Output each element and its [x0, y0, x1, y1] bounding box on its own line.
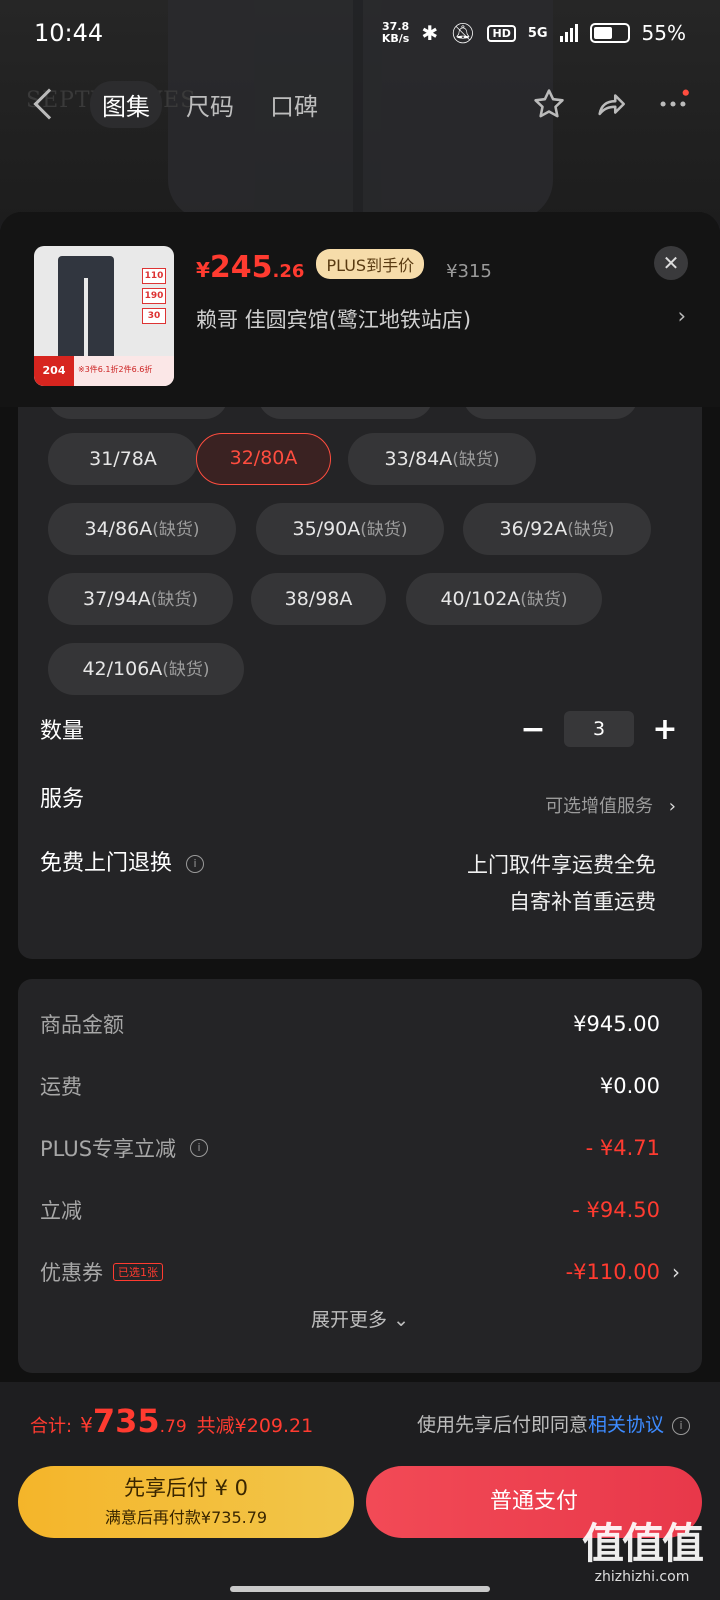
home-indicator[interactable] [230, 1586, 490, 1592]
thumb-promo-strip: 204 ※3件6.1折2件6.6折 [34, 356, 174, 386]
more-icon[interactable] [656, 87, 690, 121]
out-of-stock-label: (缺货) [567, 520, 615, 540]
battery-icon [589, 23, 630, 43]
bluetooth-icon: ✱ [421, 21, 439, 45]
price-row-item: 商品金额 ¥945.00 [40, 1012, 660, 1037]
expand-more-button[interactable]: 展开更多 ⌄ [18, 1305, 702, 1332]
quantity-plus-button[interactable]: + [650, 712, 680, 747]
mute-icon: 🔕︎ [450, 21, 476, 45]
info-icon[interactable]: i [186, 855, 205, 873]
status-icons: 37.8 KB/s ✱ 🔕︎ HD 5G 55% [381, 20, 686, 46]
quantity-input[interactable]: 3 [564, 711, 634, 747]
tab-gallery[interactable]: 图集 [90, 80, 162, 128]
network-type: 5G [527, 25, 548, 41]
out-of-stock-label: (缺货) [452, 450, 500, 470]
favorite-star-icon[interactable] [532, 87, 566, 121]
size-chip[interactable]: 33/84A(缺货) [348, 433, 536, 485]
service-selector[interactable]: 可选增值服务 › [545, 792, 676, 818]
price-breakdown-panel: 商品金额 ¥945.00 运费 ¥0.00 PLUS专享立减 i - ¥4.71 立减 - ¥9… [18, 979, 702, 1373]
total-savings: 共减¥209.21 [196, 1415, 314, 1437]
size-chip[interactable]: 42/106A(缺货) [48, 643, 244, 695]
chevron-right-icon: › [677, 304, 686, 328]
top-nav: 图集 尺码 口碑 [0, 76, 720, 132]
status-time: 10:44 [34, 19, 104, 47]
size-chip[interactable]: 35/90A(缺货) [256, 503, 444, 555]
chevron-right-icon: › [672, 1260, 680, 1284]
price-row: ¥245.26 PLUS到手价 ¥315 [196, 249, 492, 285]
price-row-item: PLUS专享立减 i - ¥4.71 [40, 1136, 660, 1161]
coupon-selected-tag: 已选1张 [113, 1263, 163, 1281]
status-bar: 10:44 37.8 KB/s ✱ 🔕︎ HD 5G 55% [0, 0, 720, 66]
size-chip[interactable]: 31/78A [48, 433, 198, 485]
tab-reviews[interactable]: 口碑 [258, 81, 330, 128]
quantity-minus-button[interactable]: − [518, 712, 548, 747]
chevron-down-icon: ⌄ [393, 1309, 409, 1331]
network-speed: 37.8 KB/s [381, 20, 410, 45]
product-thumbnail[interactable]: 110 190 30 204 ※3件6.1折2件6.6折 [34, 246, 174, 386]
battery-percent: 55% [641, 21, 686, 45]
price-row-item[interactable]: 优惠券 已选1张 -¥110.00 › [40, 1257, 680, 1287]
size-chip-hidden[interactable] [48, 407, 228, 419]
signal-icon [559, 24, 578, 42]
quantity-stepper: − 3 + [518, 711, 680, 747]
nav-tabs: 图集 尺码 口碑 [90, 80, 330, 128]
agreement-link[interactable]: 相关协议 [588, 1414, 664, 1436]
out-of-stock-label: (缺货) [152, 520, 200, 540]
pay-later-button[interactable]: 先享后付 ¥ 0 满意后再付款¥735.79 [18, 1466, 354, 1538]
size-chip-hidden[interactable] [463, 407, 638, 419]
out-of-stock-label: (缺货) [162, 660, 210, 680]
price-row-item: 运费 ¥0.00 [40, 1074, 660, 1099]
site-watermark: 值值值 zhizhizhi.com [581, 1519, 704, 1585]
chevron-right-icon: › [668, 796, 676, 817]
thumb-price-tags: 110 190 30 [142, 268, 166, 324]
size-chip-selected[interactable]: 32/80A [196, 433, 331, 485]
plus-price: ¥245.26 [196, 250, 305, 285]
size-chip[interactable]: 37/94A(缺货) [48, 573, 233, 625]
out-of-stock-label: (缺货) [520, 590, 568, 610]
size-chip-hidden[interactable] [258, 407, 433, 419]
agreement-notice: 使用先享后付即同意相关协议 i [417, 1410, 690, 1437]
nav-actions [532, 87, 690, 121]
order-total: 合计: ¥ 735 .79 共减¥209.21 [30, 1402, 314, 1440]
share-icon[interactable] [594, 87, 628, 121]
address-text: 赖哥 佳圆宾馆(鹭江地铁站店) [196, 308, 472, 332]
out-of-stock-label: (缺货) [150, 590, 199, 610]
service-label: 服务 [40, 787, 85, 812]
product-header: 110 190 30 204 ※3件6.1折2件6.6折 ¥245.26 PLU… [0, 212, 720, 407]
price-row-item: 立减 - ¥94.50 [40, 1198, 660, 1223]
free-return-detail: 上门取件享运费全免 自寄补首重运费 [467, 853, 656, 914]
info-icon[interactable]: i [190, 1139, 209, 1157]
out-of-stock-label: (缺货) [360, 520, 408, 540]
delivery-address[interactable]: 赖哥 佳圆宾馆(鹭江地铁站店) › [196, 304, 686, 334]
size-chip[interactable]: 34/86A(缺货) [48, 503, 236, 555]
options-panel: 31/78A 32/80A 33/84A(缺货) 34/86A(缺货) 35/90A(缺… [18, 407, 702, 959]
info-icon[interactable]: i [672, 1416, 690, 1435]
size-chip[interactable]: 40/102A(缺货) [406, 573, 602, 625]
size-chip[interactable]: 38/98A [251, 573, 386, 625]
back-icon[interactable] [33, 88, 65, 120]
original-price: ¥315 [446, 261, 492, 282]
tab-size[interactable]: 尺码 [174, 81, 246, 128]
free-return-label: 免费上门退换 i [40, 845, 205, 877]
hd-icon: HD [487, 24, 516, 42]
plus-price-badge: PLUS到手价 [316, 249, 425, 279]
quantity-label: 数量 [40, 719, 85, 744]
size-chip[interactable]: 36/92A(缺货) [463, 503, 651, 555]
close-icon[interactable]: ✕ [654, 246, 688, 280]
